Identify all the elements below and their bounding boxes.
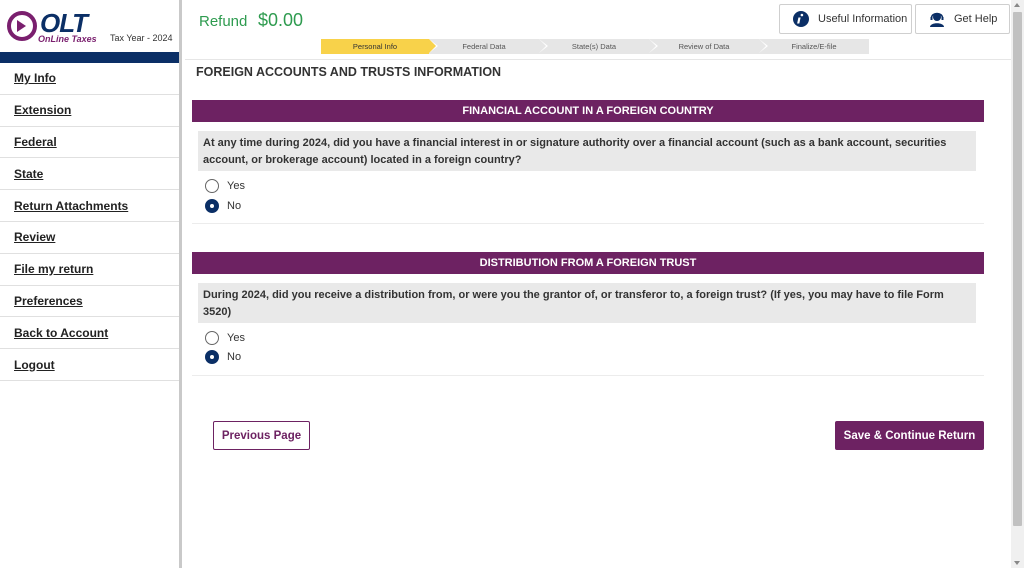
radio-label: Yes — [227, 180, 245, 192]
step-personal-info[interactable]: Personal Info — [321, 39, 438, 54]
step-federal-data[interactable]: Federal Data — [429, 39, 548, 54]
sidebar-item-label[interactable]: Extension — [14, 103, 71, 117]
scrollbar-thumb[interactable] — [1013, 12, 1022, 526]
useful-information-label: Useful Information — [818, 13, 908, 25]
sidebar-item-label[interactable]: Federal — [14, 135, 57, 149]
logo-arrow-icon — [17, 20, 26, 32]
logo-subtitle: OnLine Taxes — [38, 34, 97, 44]
radio-button-selected[interactable] — [205, 199, 219, 213]
top-bar: Refund $0.00 Useful Information Get Help… — [185, 0, 1011, 60]
save-continue-button[interactable]: Save & Continue Return — [835, 421, 984, 450]
sidebar-item-review[interactable]: Review — [0, 222, 179, 254]
useful-information-button[interactable]: Useful Information — [779, 4, 912, 34]
sidebar: OLT OnLine Taxes Tax Year - 2024 My Info… — [0, 0, 182, 568]
support-agent-icon — [930, 12, 944, 27]
tax-year-label: Tax Year - 2024 — [110, 33, 173, 43]
step-label: Review of Data — [678, 42, 730, 51]
previous-page-button[interactable]: Previous Page — [213, 421, 310, 450]
sidebar-item-label[interactable]: Logout — [14, 358, 55, 372]
page-scrollbar[interactable] — [1011, 0, 1024, 568]
sidebar-item-return-attachments[interactable]: Return Attachments — [0, 190, 179, 222]
get-help-label: Get Help — [954, 13, 998, 25]
step-label: State(s) Data — [571, 42, 617, 51]
refund-label: Refund — [199, 13, 248, 30]
sidebar-item-label[interactable]: State — [14, 167, 43, 181]
radio-option-foreign-trust-yes[interactable]: Yes — [205, 331, 245, 345]
sidebar-item-back-to-account[interactable]: Back to Account — [0, 317, 179, 350]
radio-option-foreign-account-no[interactable]: No — [205, 199, 241, 213]
sidebar-band — [0, 52, 179, 63]
question-foreign-account: At any time during 2024, did you have a … — [198, 131, 976, 171]
step-label: Personal Info — [352, 42, 398, 51]
question-foreign-trust: During 2024, did you receive a distribut… — [198, 283, 976, 323]
sidebar-item-preferences[interactable]: Preferences — [0, 286, 179, 318]
scroll-up-arrow-icon[interactable] — [1014, 3, 1020, 7]
progress-steps: Personal Info Federal Data State(s) Data… — [321, 39, 869, 54]
sidebar-item-label[interactable]: Review — [14, 230, 55, 244]
info-icon — [793, 11, 809, 27]
get-help-button[interactable]: Get Help — [915, 4, 1010, 34]
sidebar-item-label[interactable]: My Info — [14, 71, 56, 85]
step-finalize-efile[interactable]: Finalize/E-file — [759, 39, 869, 54]
page-title: FOREIGN ACCOUNTS AND TRUSTS INFORMATION — [196, 65, 502, 79]
sidebar-item-state[interactable]: State — [0, 158, 179, 191]
section-divider — [192, 223, 984, 224]
radio-option-foreign-account-yes[interactable]: Yes — [205, 179, 245, 193]
section-divider — [192, 375, 984, 376]
sidebar-item-label[interactable]: File my return — [14, 262, 93, 276]
step-review-of-data[interactable]: Review of Data — [649, 39, 768, 54]
radio-label: No — [227, 200, 242, 212]
refund-value: $0.00 — [258, 10, 304, 30]
sidebar-item-my-info[interactable]: My Info — [0, 63, 179, 95]
sidebar-item-label[interactable]: Preferences — [14, 294, 83, 308]
main-content: FOREIGN ACCOUNTS AND TRUSTS INFORMATION … — [185, 61, 1011, 568]
logo[interactable]: OLT OnLine Taxes Tax Year - 2024 — [0, 0, 179, 52]
radio-label: No — [227, 351, 242, 363]
sidebar-item-logout[interactable]: Logout — [0, 349, 179, 381]
sidebar-item-label[interactable]: Back to Account — [14, 326, 108, 340]
radio-button[interactable] — [205, 179, 219, 193]
sidebar-item-file-my-return[interactable]: File my return — [0, 254, 179, 286]
radio-button-selected[interactable] — [205, 350, 219, 364]
sidebar-item-federal[interactable]: Federal — [0, 127, 179, 159]
sidebar-item-label[interactable]: Return Attachments — [14, 199, 128, 213]
radio-button[interactable] — [205, 331, 219, 345]
section-heading-foreign-account: FINANCIAL ACCOUNT IN A FOREIGN COUNTRY — [192, 100, 984, 122]
sidebar-nav: My Info Extension Federal State Return A… — [0, 63, 179, 381]
radio-option-foreign-trust-no[interactable]: No — [205, 350, 241, 364]
sidebar-item-extension[interactable]: Extension — [0, 95, 179, 127]
step-states-data[interactable]: State(s) Data — [539, 39, 658, 54]
step-label: Finalize/E-file — [791, 42, 837, 51]
section-heading-foreign-trust: DISTRIBUTION FROM A FOREIGN TRUST — [192, 252, 984, 274]
radio-label: Yes — [227, 332, 245, 344]
step-label: Federal Data — [462, 42, 506, 51]
scroll-down-arrow-icon[interactable] — [1014, 561, 1020, 565]
